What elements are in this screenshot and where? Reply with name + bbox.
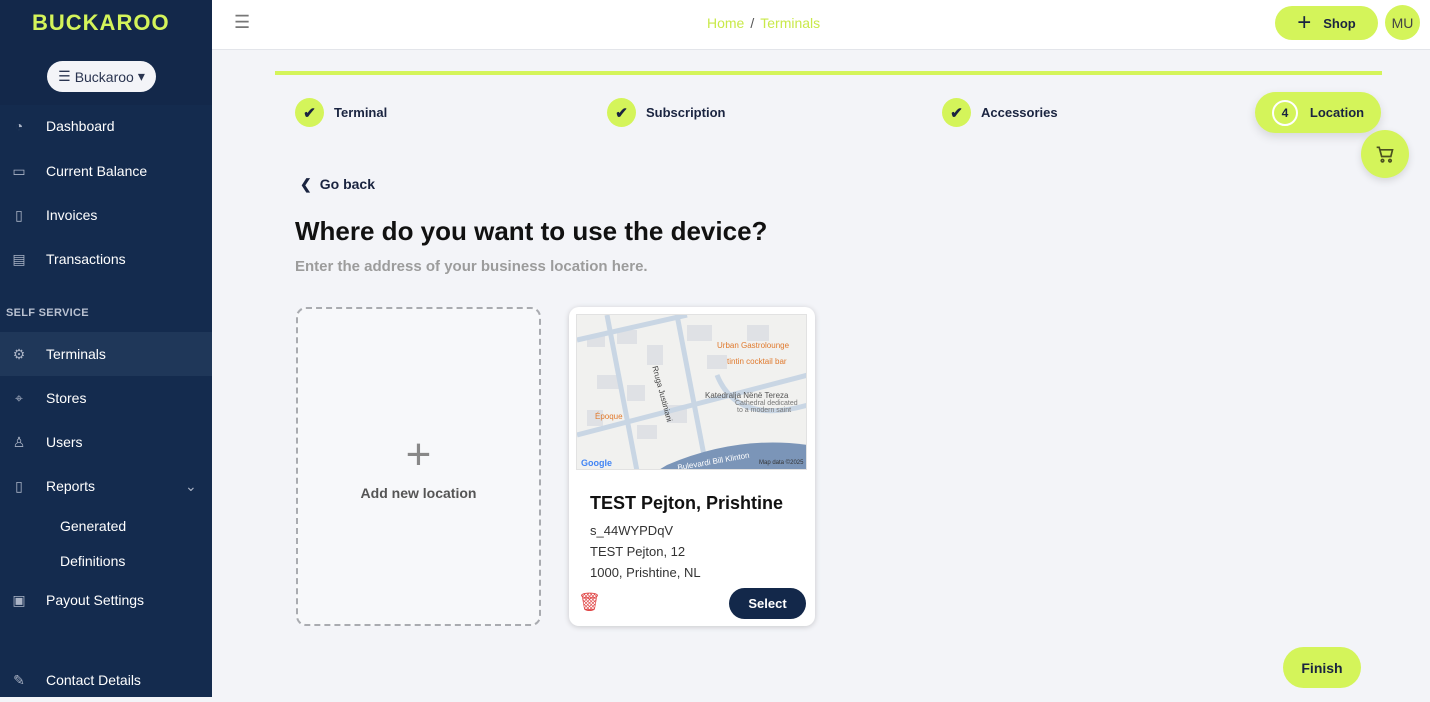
sidebar-item-terminals[interactable]: ⚙ Terminals xyxy=(0,332,212,376)
label: Stores xyxy=(46,390,87,406)
user-icon: ♙ xyxy=(12,433,26,450)
map-label: Urban Gastrolounge xyxy=(717,341,790,350)
banknote-icon: ▣ xyxy=(12,591,26,608)
avatar[interactable]: MU xyxy=(1385,5,1420,40)
label: Users xyxy=(46,434,83,450)
sidebar-item-definitions[interactable]: Definitions xyxy=(60,553,125,569)
label: Contact Details xyxy=(46,672,141,688)
step-label: Location xyxy=(1309,105,1365,120)
check-icon: ✔ xyxy=(607,98,636,127)
cart-button[interactable] xyxy=(1361,130,1409,178)
chevron-left-icon: ❮ xyxy=(300,176,312,192)
sidebar-item-transactions[interactable]: ▤ Transactions xyxy=(0,237,212,281)
map-label: Katedralja Nënë Tereza xyxy=(705,391,789,400)
sidebar-item-stores[interactable]: ⌖ Stores xyxy=(0,376,212,420)
buckaroo-logo: BUCKAROO xyxy=(32,10,170,35)
step-subscription: ✔ Subscription xyxy=(607,98,725,127)
breadcrumb: Home / Terminals xyxy=(707,15,820,31)
organization-selector[interactable]: ☰ Buckaroo ▾ xyxy=(47,61,156,92)
select-button[interactable]: Select xyxy=(729,588,806,619)
label: Payout Settings xyxy=(46,592,145,608)
location-card: Urban Gastrolounge tintin cocktail bar K… xyxy=(569,307,815,626)
label: Terminals xyxy=(46,346,106,362)
top-bar: ☰ Home / Terminals + Shop MU xyxy=(212,0,1430,50)
sidebar-item-dashboard[interactable]: ◔ Dashboard xyxy=(0,104,212,148)
list-icon: ▤ xyxy=(12,250,26,267)
step-number: 4 xyxy=(1271,99,1298,126)
sidebar-item-contact-details[interactable]: ✎ Contact Details xyxy=(0,658,212,702)
go-back-label: Go back xyxy=(319,176,375,192)
org-label: Buckaroo xyxy=(74,68,134,85)
check-icon: ✔ xyxy=(295,98,324,127)
label: Current Balance xyxy=(46,163,148,179)
gear-icon: ⚙ xyxy=(12,345,26,362)
label: Invoices xyxy=(46,207,98,223)
document-icon: ▯ xyxy=(15,477,23,494)
label: Reports xyxy=(46,478,96,494)
check-icon: ✔ xyxy=(942,98,971,127)
sidebar-item-invoices[interactable]: ▯ Invoices xyxy=(0,193,212,237)
map-label: Cathedral dedicated xyxy=(735,400,798,407)
sidebar-item-generated[interactable]: Generated xyxy=(60,518,126,534)
breadcrumb-separator: / xyxy=(750,15,755,31)
location-city: 1000, Prishtine, NL xyxy=(590,565,701,580)
plus-icon: + xyxy=(405,429,432,479)
pen-icon: ✎ xyxy=(13,671,25,688)
breadcrumb-home[interactable]: Home xyxy=(707,15,744,31)
step-accessories: ✔ Accessories xyxy=(942,98,1058,127)
step-terminal: ✔ Terminal xyxy=(295,98,387,127)
sidebar-item-users[interactable]: ♙ Users xyxy=(0,420,212,464)
label: Dashboard xyxy=(46,118,115,134)
go-back-link[interactable]: ❮ Go back xyxy=(300,176,375,193)
breadcrumb-terminals[interactable]: Terminals xyxy=(760,15,820,31)
credit-card-icon: ▭ xyxy=(12,162,26,179)
step-label: Terminal xyxy=(334,105,388,120)
caret-down-icon: ▾ xyxy=(137,68,145,84)
add-new-location-card[interactable]: + Add new location xyxy=(296,307,541,626)
map-label: Époque xyxy=(595,412,623,421)
finish-button[interactable]: Finish xyxy=(1283,647,1361,688)
location-name: TEST Pejton, Prishtine xyxy=(590,493,784,513)
step-location: 4 Location xyxy=(1255,92,1381,133)
gauge-icon: ◔ xyxy=(14,118,24,134)
chevron-down-icon: ⌄ xyxy=(185,477,197,494)
sidebar-item-current-balance[interactable]: ▭ Current Balance xyxy=(0,149,212,193)
sidebar-item-payout-settings[interactable]: ▣ Payout Settings xyxy=(0,578,212,622)
map-pin-icon: ⌖ xyxy=(15,389,23,406)
list-icon: ☰ xyxy=(58,68,71,84)
section-label: SELF SERVICE xyxy=(6,307,89,319)
document-icon: ▯ xyxy=(15,206,23,223)
google-logo: Google xyxy=(581,458,612,468)
cart-icon xyxy=(1376,146,1394,163)
label: Transactions xyxy=(46,251,126,267)
page-subtitle: Enter the address of your business locat… xyxy=(295,258,648,275)
shop-label: Shop xyxy=(1323,15,1356,31)
location-street: TEST Pejton, 12 xyxy=(590,544,686,559)
sidebar-item-reports[interactable]: ▯ Reports ⌄ xyxy=(0,464,212,508)
plus-icon: + xyxy=(1297,9,1312,36)
progress-bar xyxy=(275,71,1382,75)
hamburger-menu-icon[interactable]: ☰ xyxy=(234,12,250,33)
step-label: Accessories xyxy=(981,105,1058,120)
location-map[interactable]: Urban Gastrolounge tintin cocktail bar K… xyxy=(576,314,807,470)
map-attribution: Map data ©2025 xyxy=(759,460,804,466)
sidebar: BUCKAROO ☰ Buckaroo ▾ ◔ Dashboard ▭ Current … xyxy=(0,0,212,697)
trash-icon[interactable]: 🗑 xyxy=(578,592,601,613)
add-new-location-label: Add new location xyxy=(360,484,477,501)
map-label: to a modern saint xyxy=(737,407,792,414)
step-label: Subscription xyxy=(646,105,726,120)
shop-button[interactable]: + Shop xyxy=(1275,6,1378,40)
page-title: Where do you want to use the device? xyxy=(295,216,768,246)
location-id: s_44WYPDqV xyxy=(590,523,674,538)
map-label: tintin cocktail bar xyxy=(727,357,787,366)
